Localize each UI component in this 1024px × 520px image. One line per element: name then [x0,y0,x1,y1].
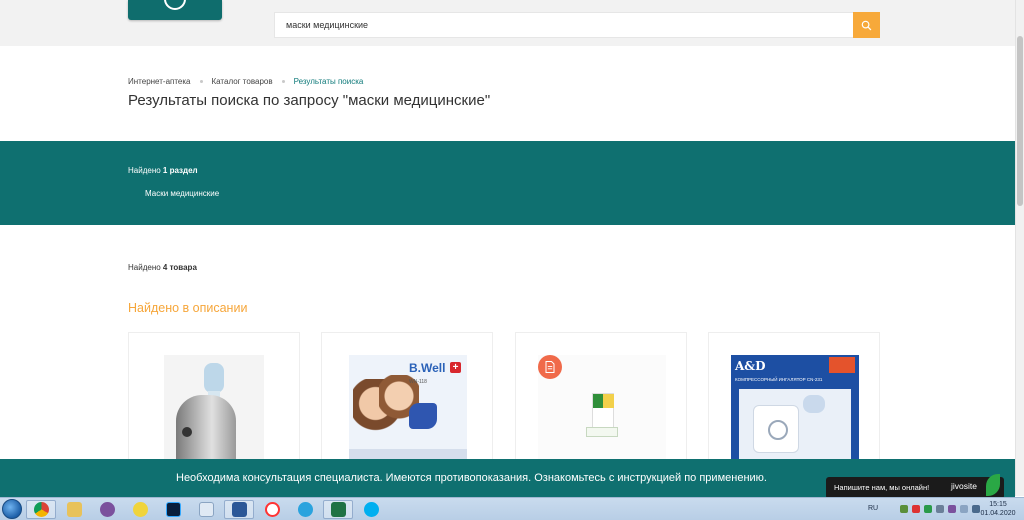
section-link-masks[interactable]: Маски медицинские [145,189,219,198]
file-explorer-icon[interactable] [59,500,89,519]
product-image-and-inhaler-box[interactable]: A&D КОМПРЕССОРНЫЙ ИНГАЛЯТОР CN-231 [731,355,859,465]
chrome-icon[interactable] [26,500,56,519]
word-glyph [231,502,247,517]
yandex-glyph [264,502,280,517]
pharmacy-logo[interactable] [128,0,222,20]
excel-glyph [330,502,346,517]
logo-emblem-icon [164,0,186,10]
package-yellow-stripe [603,394,614,408]
site-header [0,0,1015,46]
photoshop-glyph [165,502,181,517]
telegram-icon[interactable] [290,500,320,519]
inhaler-machine [753,405,799,453]
document-icon [545,361,555,373]
clock-date: 01.04.2020 [980,510,1016,517]
product-model: WN-118 [409,379,427,385]
breadcrumb: Интернет-аптека Каталог товаров Результаты… [128,77,363,86]
word-icon[interactable] [224,500,254,519]
batman-glyph [132,502,148,517]
product-brand: A&D [735,359,766,373]
sections-found-prefix: Найдено [128,166,161,175]
goods-found-number: 4 товара [162,263,197,272]
language-indicator[interactable]: RU [868,505,878,512]
windows-taskbar: RU 15:15 01.04.2020 [0,497,1024,520]
viber-icon[interactable] [92,500,122,519]
product-image-bwell-box[interactable]: B.Well + WN-118 [349,355,467,465]
sections-found-count: Найдено 1 раздел [128,166,198,175]
breadcrumb-catalog[interactable]: Каталог товаров [212,77,273,86]
breadcrumb-separator [281,80,285,84]
consultation-banner-text: Необходима консультация специалиста. Име… [176,472,767,484]
search-input[interactable] [275,13,853,37]
chrome-logo [33,502,49,517]
telegram-glyph [297,502,313,517]
page-title: Результаты поиска по запросу "маски меди… [128,92,491,109]
photoshop-icon[interactable] [158,500,188,519]
pill-package [592,393,614,429]
page: Интернет-аптека Каталог товаров Результаты… [0,0,1024,520]
nebulizer-mask [204,363,224,393]
tray-icon[interactable] [936,505,944,513]
taskbar-clock[interactable]: 15:15 01.04.2020 [978,500,1018,518]
tray-icon[interactable] [912,505,920,513]
product-model: КОМПРЕССОРНЫЙ ИНГАЛЯТОР CN-231 [735,377,823,382]
search-button[interactable] [853,12,880,38]
nebulizer-button [182,427,192,437]
product-image-nebulizer[interactable] [164,355,264,465]
found-in-description-heading: Найдено в описании [128,301,248,315]
notepad-icon[interactable] [191,500,221,519]
skype-icon[interactable] [356,500,386,519]
start-button[interactable] [2,499,22,519]
search-icon [861,20,872,30]
viber-glyph [99,502,115,517]
package-leaflet [586,427,618,437]
prescription-badge [538,355,562,379]
batman-icon[interactable] [125,500,155,519]
skype-glyph [363,502,379,517]
notepad-glyph [198,502,214,517]
box-device-image [409,403,437,429]
breadcrumb-separator [199,80,203,84]
tray-icon[interactable] [948,505,956,513]
brand-cross-icon: + [450,362,461,373]
tray-icon[interactable] [900,505,908,513]
goods-found-prefix: Найдено [128,263,161,272]
folder-glyph [66,502,82,517]
yandex-icon[interactable] [257,500,287,519]
box-sticker [829,357,855,373]
product-brand: B.Well [409,361,446,375]
breadcrumb-current: Результаты поиска [293,77,364,86]
online-chat-widget[interactable]: Напишите нам, мы онлайн! jivosite [826,474,1004,499]
vertical-scrollbar[interactable] [1015,0,1024,496]
package-green-stripe [593,394,603,408]
network-icon[interactable] [960,505,968,513]
goods-found-count: Найдено 4 товара [128,263,197,272]
chat-widget-message[interactable]: Напишите нам, мы онлайн! [834,483,929,492]
inhaler-nebulizer [803,395,825,413]
clock-time: 15:15 [989,501,1007,508]
scrollbar-thumb[interactable] [1017,36,1023,206]
tray-icon[interactable] [924,505,932,513]
breadcrumb-home[interactable]: Интернет-аптека [128,77,191,86]
sections-found-number: 1 раздел [162,166,198,175]
search-bar [274,12,880,38]
sections-result-band: Найдено 1 раздел Маски медицинские [0,141,1015,225]
excel-icon[interactable] [323,500,353,519]
